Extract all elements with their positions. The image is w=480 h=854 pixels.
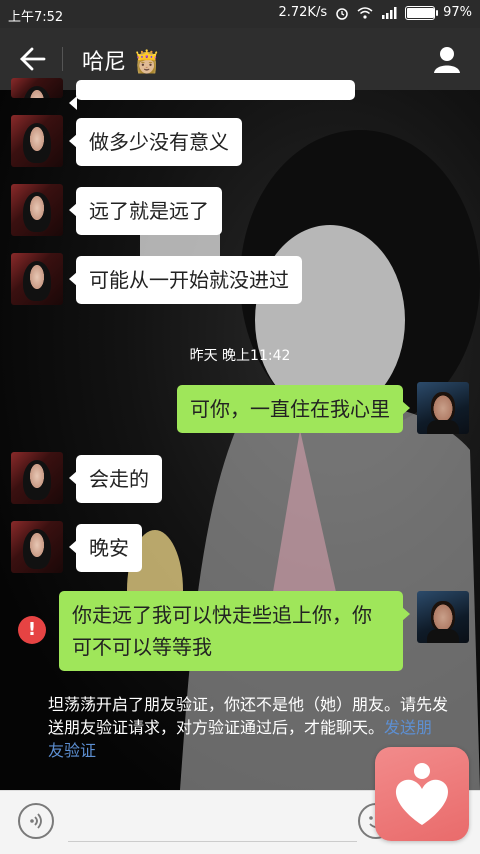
contact-avatar[interactable] xyxy=(11,253,63,305)
voice-icon[interactable] xyxy=(18,803,54,839)
clock: 上午7:52 xyxy=(8,10,64,25)
message-bubble-incoming: 会走的 xyxy=(69,455,162,503)
message-bubble-outgoing: 可你，一直住在我心里 xyxy=(177,385,410,433)
chat-wallpaper xyxy=(0,90,480,790)
message-timestamp: 昨天 晚上11:42 xyxy=(189,348,291,364)
message-bubble-incoming: 晚安 xyxy=(69,524,142,572)
message-bubble-incoming: 可能从一开始就没进过 xyxy=(69,256,302,304)
message-bubble-incoming xyxy=(69,80,355,110)
battery-percent: 97% xyxy=(443,5,472,20)
back-arrow-icon[interactable] xyxy=(18,46,46,72)
heart-person-glyph xyxy=(395,763,449,825)
alarm-icon xyxy=(336,7,348,20)
message-bubble-incoming: 远了就是远了 xyxy=(69,187,222,235)
status-bar: 上午7:52 2.72K/s 97% xyxy=(0,0,480,28)
wallpaper-photo xyxy=(127,130,480,790)
message-input[interactable] xyxy=(68,805,357,842)
chat-title: 哈尼 👸🏼 xyxy=(82,50,161,75)
my-avatar[interactable] xyxy=(417,591,469,643)
wifi-icon xyxy=(357,6,373,19)
network-speed: 2.72K/s xyxy=(278,5,328,20)
person-icon[interactable] xyxy=(432,44,462,74)
message-bubble-outgoing: 你走远了我可以快走些追上你，你可不可以等等我 xyxy=(59,591,410,671)
message-bubble-incoming: 做多少没有意义 xyxy=(69,118,242,166)
contact-avatar[interactable] xyxy=(11,184,63,236)
send-failed-icon[interactable]: ! xyxy=(18,616,46,644)
header-divider xyxy=(62,47,63,71)
status-indicators: 2.72K/s 97% xyxy=(278,5,472,20)
signal-icon xyxy=(382,6,397,19)
battery-icon xyxy=(405,5,439,20)
voice-waves xyxy=(30,813,42,829)
contact-avatar[interactable] xyxy=(11,115,63,167)
contact-avatar[interactable] xyxy=(11,521,63,573)
battery-fill xyxy=(407,7,435,18)
my-avatar[interactable] xyxy=(417,382,469,434)
contact-avatar[interactable] xyxy=(11,78,63,98)
heart-app-icon[interactable] xyxy=(375,747,469,841)
contact-avatar[interactable] xyxy=(11,452,63,504)
